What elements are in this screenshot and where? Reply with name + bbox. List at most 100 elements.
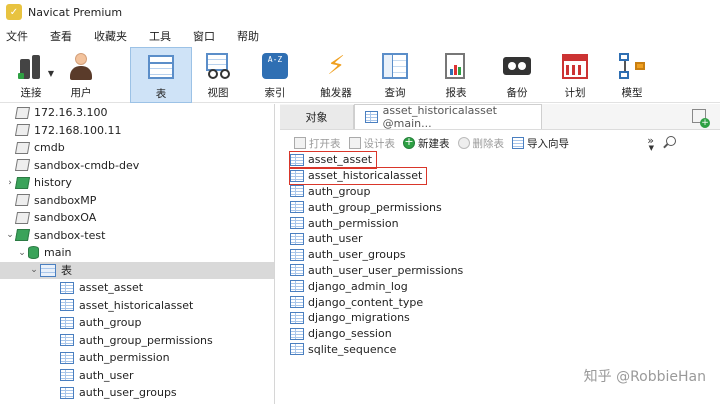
toolbar-backup-button[interactable]: 备份 [488, 47, 546, 103]
table-icon [290, 169, 304, 182]
search-icon[interactable] [666, 136, 676, 146]
object-name: auth_user_groups [308, 248, 406, 262]
tree-item-label: sandbox-test [34, 228, 106, 242]
toolbar-table-button[interactable]: 表 [130, 47, 192, 103]
menu-item[interactable]: 查看 [44, 28, 78, 44]
tree-item-label: cmdb [34, 141, 65, 155]
object-toolbar-button[interactable]: 导入向导 [512, 136, 569, 151]
tree-item-table[interactable]: asset_asset [0, 279, 274, 297]
dropdown-arrow-icon[interactable]: ▼ [48, 69, 54, 78]
button-icon [457, 137, 470, 149]
object-list-item[interactable]: auth_permission [290, 215, 710, 231]
collapse-chevron-icon[interactable]: › [4, 178, 16, 188]
tree-item-connection[interactable]: sandbox-cmdb-dev [0, 157, 274, 175]
button-icon [294, 137, 306, 149]
object-list-item[interactable]: django_admin_log [290, 278, 710, 294]
trigger-icon: ⚡ [327, 51, 346, 81]
index-icon: A-Z [260, 51, 290, 81]
object-toolbar-label: 删除表 [472, 137, 505, 150]
object-name: asset_historicalasset [308, 169, 423, 183]
toolbar-user-button[interactable]: 用户 [56, 47, 106, 103]
object-name: auth_permission [308, 216, 399, 230]
tree-item-tables-folder[interactable]: ⌄ 表 [0, 261, 274, 279]
menu-item[interactable]: 帮助 [231, 28, 265, 44]
object-list-item[interactable]: django_session [290, 326, 710, 342]
tree-item-table[interactable]: auth_permission [0, 349, 274, 367]
table-icon [60, 369, 74, 382]
tab-objects[interactable]: 对象 [280, 104, 354, 129]
tree-item-connection[interactable]: sandboxOA [0, 209, 274, 227]
menu-item[interactable]: 工具 [143, 28, 177, 44]
tree-item-label: auth_permission [79, 351, 170, 365]
connection-icon [16, 51, 46, 81]
tree-item-connection[interactable]: cmdb [0, 139, 274, 157]
menu-item[interactable]: 文件 [0, 28, 34, 44]
object-list-item[interactable]: auth_group [290, 184, 710, 200]
tree-item-connection-open[interactable]: ⌄ sandbox-test [0, 227, 274, 245]
connection-icon [14, 159, 31, 172]
tree-item-label: auth_group [79, 316, 142, 330]
object-list-item[interactable]: asset_historicalasset [288, 166, 428, 185]
object-toolbar-button[interactable]: 删除表 [457, 136, 505, 151]
tree-item-connection[interactable]: 172.168.100.11 [0, 122, 274, 140]
toolbar-index-button[interactable]: A-Z 索引 [244, 47, 306, 103]
tree-item-table[interactable]: auth_user [0, 367, 274, 385]
table-icon [60, 334, 74, 347]
expand-chevron-icon[interactable]: ⌄ [16, 248, 28, 258]
table-icon [290, 296, 304, 309]
toolbar-trigger-button[interactable]: ⚡ 触发器 [306, 47, 366, 103]
navigation-tree: 172.16.3.100 172.168.100.11 cmdb sandbox-cm… [0, 104, 275, 404]
object-list-item[interactable]: auth_group_permissions [290, 199, 710, 215]
tab-current-table[interactable]: asset_historicalasset @main... [354, 104, 542, 130]
tree-item-label: asset_historicalasset [79, 298, 194, 312]
object-name: django_session [308, 327, 392, 341]
object-list-item[interactable]: auth_user [290, 231, 710, 247]
object-toolbar-label: 新建表 [418, 137, 450, 150]
object-list-item[interactable]: auth_user_user_permissions [290, 263, 710, 279]
import-icon [512, 137, 524, 149]
object-name: django_migrations [308, 311, 410, 325]
add-icon [403, 135, 415, 149]
object-list-item[interactable]: django_content_type [290, 294, 710, 310]
toolbar-model-button[interactable]: 模型 [604, 47, 660, 103]
toolbar-label: 触发器 [320, 87, 352, 99]
toolbar-schedule-button[interactable]: 计划 [546, 47, 604, 103]
new-tab-icon[interactable] [692, 109, 710, 128]
tree-item-label: history [34, 176, 72, 190]
object-list-item[interactable]: sqlite_sequence [290, 342, 710, 358]
connection-open-icon [14, 176, 31, 189]
main-toolbar: 连接 ▼ 用户 表 视图 A-Z 索引 ⚡ 触发器 查询 报表 备份 计划 模型 [0, 47, 720, 103]
tree-item-table[interactable]: auth_user_groups [0, 384, 274, 402]
tree-item-table[interactable]: auth_group_permissions [0, 332, 274, 350]
tree-item-table[interactable]: auth_group [0, 314, 274, 332]
object-list-item[interactable]: auth_user_groups [290, 247, 710, 263]
menu-item[interactable]: 窗口 [187, 28, 221, 44]
toolbar-label: 连接 [20, 87, 42, 99]
tables-folder-icon [40, 263, 56, 277]
tree-item-label: 172.168.100.11 [34, 123, 122, 137]
object-toolbar-button[interactable]: 打开表 [294, 136, 341, 151]
tree-item-label: asset_asset [79, 281, 144, 295]
schedule-icon [560, 51, 590, 81]
toolbar-connection-button[interactable]: 连接 ▼ [6, 47, 56, 103]
tree-item-database[interactable]: ⌄ main [0, 244, 274, 262]
connection-icon [14, 106, 31, 119]
table-icon [365, 111, 378, 123]
object-toolbar-button[interactable]: 新建表 [403, 135, 450, 151]
tree-item-connection[interactable]: sandboxMP [0, 192, 274, 210]
toolbar-report-button[interactable]: 报表 [424, 47, 488, 103]
query-icon [380, 51, 410, 81]
menu-item[interactable]: 收藏夹 [88, 28, 133, 44]
tree-item-connection[interactable]: 172.16.3.100 [0, 104, 274, 122]
more-dropdown-icon[interactable]: ▼ [649, 144, 654, 152]
table-icon [60, 299, 74, 312]
object-toolbar-button[interactable]: 设计表 [348, 136, 395, 151]
tree-item-table[interactable]: asset_historicalasset [0, 297, 274, 315]
tree-item-connection-open[interactable]: › history [0, 174, 274, 192]
toolbar-view-button[interactable]: 视图 [192, 47, 244, 103]
object-list-item[interactable]: django_migrations [290, 310, 710, 326]
object-list-item[interactable]: asset_asset [288, 151, 378, 169]
table-icon [146, 52, 176, 82]
expand-chevron-icon[interactable]: ⌄ [28, 265, 40, 275]
toolbar-query-button[interactable]: 查询 [366, 47, 424, 103]
